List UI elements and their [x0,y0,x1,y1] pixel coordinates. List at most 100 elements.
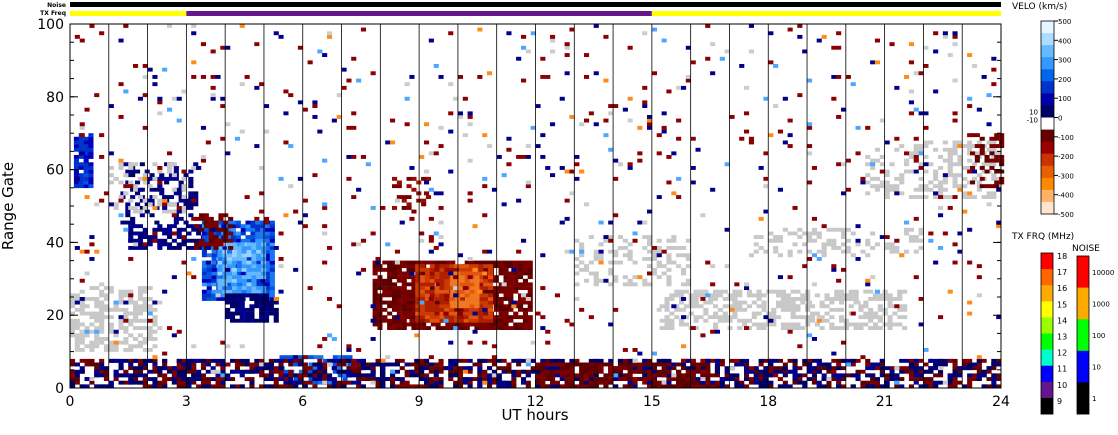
velocity-cell [991,147,997,152]
velocity-cell [647,358,653,363]
velocity-cell [79,304,85,309]
velocity-cell [841,373,847,378]
velocity-cell [251,257,257,261]
velocity-cell [234,307,240,312]
velocity-cell [74,322,80,327]
velocity-cell [259,297,265,301]
velocity-cell [232,249,238,254]
velocity-cell [848,297,854,301]
velocity-cell [894,377,900,381]
velocity-cell [255,220,261,225]
velocity-cell [994,133,1000,138]
velocity-cell [133,242,139,247]
velocity-cell [503,297,509,301]
velocity-cell [142,227,148,232]
velocity-cell [970,151,976,156]
velocity-cell [89,315,95,320]
velocity-cell [406,176,412,181]
velocity-cell [913,147,919,152]
velocity-cell [478,318,484,323]
velocity-cell [157,227,163,232]
velocity-cell [622,362,628,367]
velocity-cell [380,373,386,378]
velocity-cell [205,380,211,385]
velocity-cell [118,195,124,199]
velocity-cell [831,96,837,101]
velocity-cell [957,369,963,374]
velocity-cell [200,362,206,367]
velocity-cell [70,377,76,381]
velocity-cell [777,187,783,192]
velocity-cell [88,133,94,138]
velocity-cell [826,366,832,371]
velocity-cell [518,260,524,265]
velocity-cell [579,122,585,127]
velocity-cell [401,282,407,287]
velocity-cell [227,271,233,276]
velocity-cell [245,238,251,243]
velocity-cell [521,358,527,363]
velocity-cell [147,297,153,301]
velocity-cell [149,173,155,178]
velocity-cell [617,366,623,371]
velocity-cell [420,264,426,269]
velocity-cell [424,278,430,283]
velocity-cell [331,358,337,363]
velocity-cell [994,155,1000,159]
velocity-cell [313,380,319,385]
velocity-cell [308,355,314,360]
velocity-cell [188,184,194,189]
velocity-cell [870,176,876,181]
velocity-cell [249,377,255,381]
velocity-cell [967,53,973,57]
velocity-cell [923,155,929,159]
velocity-cell [108,326,114,330]
velocity-cell [981,75,987,79]
velocity-cell [928,366,934,371]
velocity-cell [884,187,890,192]
velocity-cell [191,275,197,280]
velocity-cell [981,358,987,363]
velocity-cell [228,224,234,229]
velocity-cell [176,329,182,334]
velocity-cell [870,231,876,236]
velocity-cell [210,377,216,381]
velocity-cell [259,315,265,320]
velocity-cell [564,369,570,374]
velocity-cell [215,377,221,381]
velocity-cell [118,318,124,323]
velocity-cell [477,369,483,374]
velocity-cell [152,235,158,239]
velocity-cell [279,355,285,360]
velocity-cell [181,176,187,181]
velocity-cell [807,235,813,239]
velocity-cell [513,289,519,294]
velocity-cell [434,286,440,290]
velocity-cell [444,275,450,280]
velocity-cell [506,162,512,167]
velocity-cell [464,293,470,298]
velocity-cell [717,318,723,323]
velocity-cell [705,362,711,367]
velocity-cell [200,373,206,378]
velocity-cell [260,231,266,236]
velocity-cell [227,278,233,283]
velocity-cell [913,358,919,363]
velocity-cell [236,249,242,254]
velocity-cell [157,300,163,305]
velocity-cell [225,122,231,127]
velocity-cell [908,227,914,232]
velocity-cell [991,195,997,199]
velocity-cell [99,373,105,378]
velocity-cell [527,304,533,309]
velocity-cell [428,369,434,374]
velocity-cell [462,380,468,385]
velocity-cell [484,289,490,294]
velocity-cell [525,373,531,378]
velocity-cell [268,358,274,363]
velocity-cell [152,322,158,327]
velocity-cell [370,373,376,378]
velocity-cell [176,366,182,371]
velocity-cell [387,275,393,280]
velocity-cell [841,231,847,236]
